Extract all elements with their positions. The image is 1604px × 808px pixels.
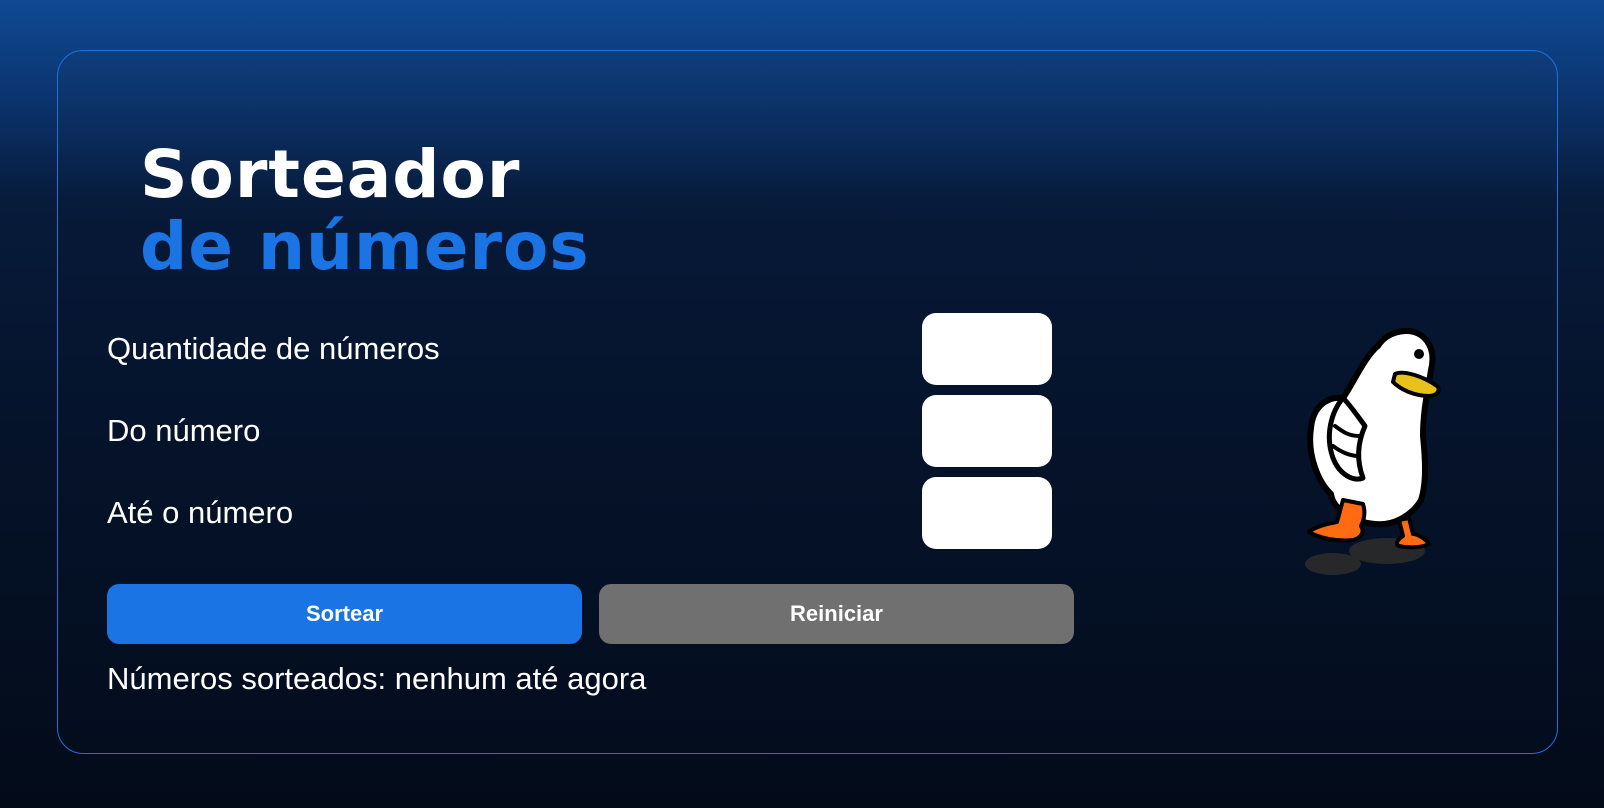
from-number-label: Do número [107, 413, 261, 448]
drawn-numbers-value: nenhum até agora [394, 661, 647, 696]
title-line-1: Sorteador [140, 136, 521, 213]
title-line-2: de números [140, 208, 590, 285]
to-number-label: Até o número [107, 495, 294, 530]
reset-button[interactable]: Reiniciar [599, 584, 1074, 644]
page-title: Sorteador de números [140, 139, 590, 283]
drawn-numbers-text: Números sorteados: nenhum até agora [107, 654, 646, 704]
main-card: Sorteador de números Quantidade de númer… [57, 50, 1558, 754]
to-number-input[interactable] [922, 477, 1052, 549]
duck-illustration-icon [1305, 328, 1441, 575]
field-row-from: Do número [107, 395, 1052, 467]
from-number-input[interactable] [922, 395, 1052, 467]
field-row-to: Até o número [107, 477, 1052, 549]
field-row-quantity: Quantidade de números [107, 313, 1052, 385]
drawn-numbers-label: Números sorteados: [107, 661, 387, 696]
draw-button[interactable]: Sortear [107, 584, 582, 644]
quantity-label: Quantidade de números [107, 331, 440, 366]
quantity-input[interactable] [922, 313, 1052, 385]
